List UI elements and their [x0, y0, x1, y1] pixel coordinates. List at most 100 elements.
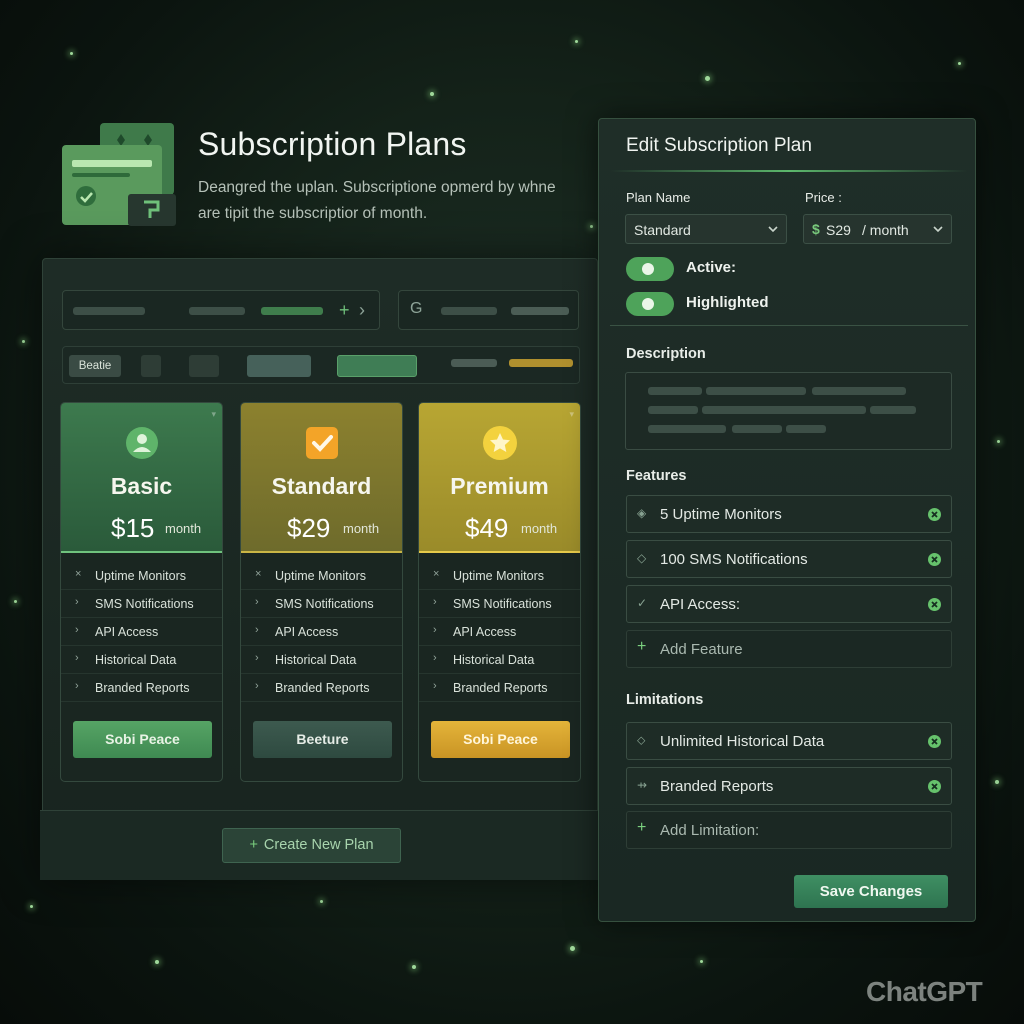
subscription-cards-icon [62, 120, 178, 228]
remove-icon[interactable] [928, 598, 941, 611]
tag-icon: ◈ [637, 506, 647, 520]
placeholder-bar [648, 387, 702, 395]
watermark: ChatGPT [866, 976, 983, 1007]
star-sparkle [958, 62, 961, 65]
chevron-right-icon: › [255, 652, 259, 664]
star-sparkle [700, 960, 703, 963]
tab[interactable] [451, 359, 497, 367]
remove-icon[interactable] [928, 735, 941, 748]
limitation-text: Branded Reports [660, 778, 774, 795]
add-icon[interactable]: + [339, 300, 350, 321]
search-bar[interactable]: G [398, 290, 579, 330]
plan-name-value: Standard [634, 222, 691, 238]
star-sparkle [997, 440, 1000, 443]
create-new-plan-button[interactable]: + Create New Plan [222, 828, 401, 863]
feature-label: Branded Reports [275, 681, 370, 695]
feature-label: Branded Reports [453, 681, 548, 695]
placeholder-bar [706, 387, 806, 395]
remove-icon[interactable] [928, 508, 941, 521]
add-limitation-button[interactable]: + Add Limitation: [626, 811, 952, 849]
plus-icon: + [249, 837, 258, 853]
feature-row: › SMS Notifications [61, 590, 222, 618]
limitation-item[interactable]: ⇸ Branded Reports [626, 767, 952, 805]
feature-row: › Historical Data [61, 646, 222, 674]
feature-item[interactable]: ◈ 5 Uptime Monitors [626, 495, 952, 533]
plan-price: $49 [465, 513, 509, 543]
plus-icon: + [637, 638, 647, 655]
add-limitation-label: Add Limitation: [660, 822, 760, 839]
feature-item[interactable]: ◇ 100 SMS Notifications [626, 540, 952, 578]
placeholder-bar [732, 425, 782, 433]
chevron-down-icon [768, 226, 778, 233]
select-plan-button[interactable]: Beeture [253, 721, 392, 758]
chevron-right-icon[interactable]: › [359, 300, 365, 321]
price-value: S29 [826, 222, 851, 238]
remove-icon[interactable] [928, 553, 941, 566]
tab[interactable] [509, 359, 573, 367]
price-input[interactable]: $ S29 / month [803, 214, 952, 244]
x-icon: × [75, 568, 82, 580]
placeholder-bar [511, 307, 569, 315]
chevron-down-icon[interactable]: ▾ [569, 409, 574, 420]
star-sparkle [590, 225, 593, 228]
active-toggle[interactable] [626, 257, 674, 281]
star-sparkle [320, 900, 323, 903]
select-plan-button[interactable]: Sobi Peace [73, 721, 212, 758]
star-sparkle [14, 600, 17, 603]
add-feature-label: Add Feature [660, 641, 743, 658]
features-heading: Features [626, 468, 687, 484]
chevron-down-icon[interactable]: ▾ [211, 409, 216, 420]
select-plan-button[interactable]: Sobi Peace [431, 721, 570, 758]
limitation-text: Unlimited Historical Data [660, 733, 825, 750]
plan-card-basic[interactable]: ▾ Basic $15 month × Uptime Monitors › SMS … [60, 402, 223, 782]
plus-icon: + [637, 819, 647, 836]
save-changes-button[interactable]: Save Changes [794, 875, 948, 908]
star-sparkle [575, 40, 578, 43]
search-icon: G [410, 300, 423, 317]
feature-label: API Access [453, 625, 517, 639]
price-label: Price : [805, 190, 842, 205]
plan-card-premium[interactable]: ▾ Premium $49 month × Uptime Monitors › SM… [418, 402, 581, 782]
plan-name-select[interactable]: Standard [625, 214, 787, 244]
feature-row: × Uptime Monitors [419, 562, 580, 590]
plan-price: $15 [111, 513, 155, 543]
feature-label: SMS Notifications [275, 597, 374, 611]
feature-item[interactable]: ✓ API Access: [626, 585, 952, 623]
limitation-item[interactable]: ⬦ Unlimited Historical Data [626, 722, 952, 760]
star-icon [482, 426, 517, 460]
chevron-right-icon: › [255, 596, 259, 608]
edit-panel-title: Edit Subscription Plan [626, 135, 812, 156]
description-textarea[interactable] [625, 372, 952, 450]
chevron-right-icon: › [433, 652, 437, 664]
tab[interactable] [337, 355, 417, 377]
feature-label: Historical Data [453, 653, 535, 667]
highlighted-label: Highlighted [686, 294, 769, 311]
highlighted-toggle[interactable] [626, 292, 674, 316]
plan-header: Standard $29 month [241, 403, 402, 553]
tab[interactable] [141, 355, 161, 377]
plan-card-standard[interactable]: Standard $29 month × Uptime Monitors › SMS… [240, 402, 403, 782]
tab-selected[interactable]: Beatie [69, 355, 121, 377]
remove-icon[interactable] [928, 780, 941, 793]
add-feature-button[interactable]: + Add Feature [626, 630, 952, 668]
placeholder-bar [189, 307, 245, 315]
chevron-right-icon: › [75, 680, 79, 692]
user-icon [125, 427, 158, 459]
x-icon: × [255, 568, 262, 580]
placeholder-bar [786, 425, 826, 433]
filter-bar[interactable]: + › [62, 290, 380, 330]
section-divider [610, 325, 968, 326]
chevron-right-icon: › [75, 596, 79, 608]
feature-label: Uptime Monitors [95, 569, 186, 583]
tab[interactable] [247, 355, 311, 377]
drag-handle-icon[interactable]: ⇸ [637, 778, 647, 792]
star-sparkle [430, 92, 434, 96]
chevron-right-icon: › [433, 624, 437, 636]
drag-handle-icon[interactable]: ⬦ [637, 733, 645, 748]
tab[interactable] [189, 355, 219, 377]
title-divider [610, 170, 968, 172]
plan-name: Basic [110, 473, 173, 499]
star-sparkle [995, 780, 999, 784]
feature-row: › Historical Data [241, 646, 402, 674]
star-sparkle [570, 946, 575, 951]
